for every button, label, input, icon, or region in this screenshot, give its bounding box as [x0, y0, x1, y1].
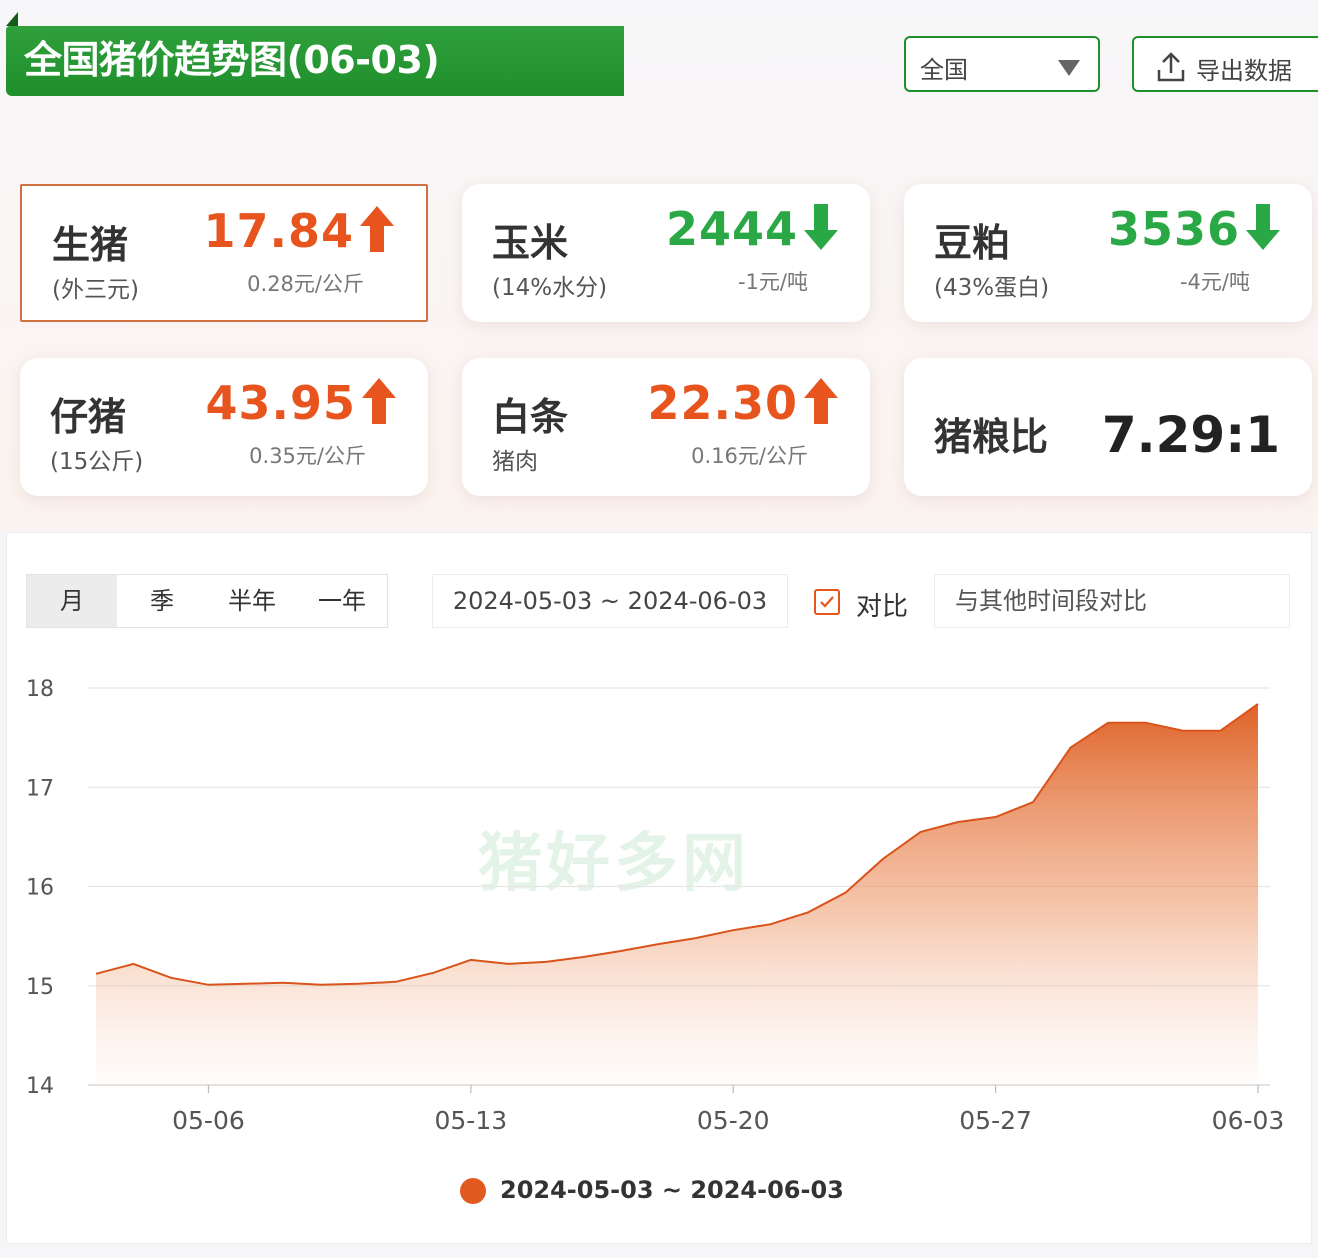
data-point: [469, 958, 472, 961]
data-point: [807, 911, 810, 914]
x-tick-label: 05-13: [435, 1106, 508, 1135]
data-point: [1069, 746, 1072, 749]
data-point: [95, 972, 98, 975]
y-tick-label: 16: [26, 876, 54, 901]
data-point: [394, 980, 397, 983]
price-trend-chart: 14 15 16 17 18 05-06 05-13 05-20 05-27 06-03: [26, 677, 1285, 1135]
data-point: [769, 923, 772, 926]
data-point: [844, 891, 847, 894]
data-point: [1107, 721, 1110, 724]
data-point: [282, 981, 285, 984]
data-point: [319, 983, 322, 986]
data-point: [1032, 801, 1035, 804]
legend-series-label: 2024-05-03 ~ 2024-06-03: [500, 1176, 844, 1204]
data-point: [544, 960, 547, 963]
series-area: [96, 703, 1258, 1085]
data-point: [1219, 729, 1222, 732]
y-tick-label: 15: [26, 975, 54, 1000]
y-tick-label: 17: [26, 776, 54, 801]
x-tick-label: 06-03: [1212, 1106, 1285, 1135]
data-point: [507, 962, 510, 965]
x-tick-label: 05-27: [959, 1106, 1032, 1135]
data-point: [1257, 702, 1260, 705]
data-point: [957, 821, 960, 824]
data-point: [919, 830, 922, 833]
data-point: [132, 962, 135, 965]
data-point: [1182, 729, 1185, 732]
data-point: [432, 971, 435, 974]
data-point: [619, 950, 622, 953]
y-tick-label: 14: [26, 1074, 54, 1099]
data-point: [170, 976, 173, 979]
data-point: [694, 937, 697, 940]
data-point: [732, 929, 735, 932]
data-point: [1144, 721, 1147, 724]
legend-series-marker: [460, 1178, 486, 1204]
data-point: [357, 982, 360, 985]
x-tick-label: 05-20: [697, 1106, 770, 1135]
data-point: [207, 983, 210, 986]
data-point: [994, 816, 997, 819]
data-point: [244, 982, 247, 985]
data-point: [582, 956, 585, 959]
data-point: [657, 943, 660, 946]
data-point: [882, 857, 885, 860]
x-tick-label: 05-06: [172, 1106, 245, 1135]
y-tick-label: 18: [26, 677, 54, 702]
